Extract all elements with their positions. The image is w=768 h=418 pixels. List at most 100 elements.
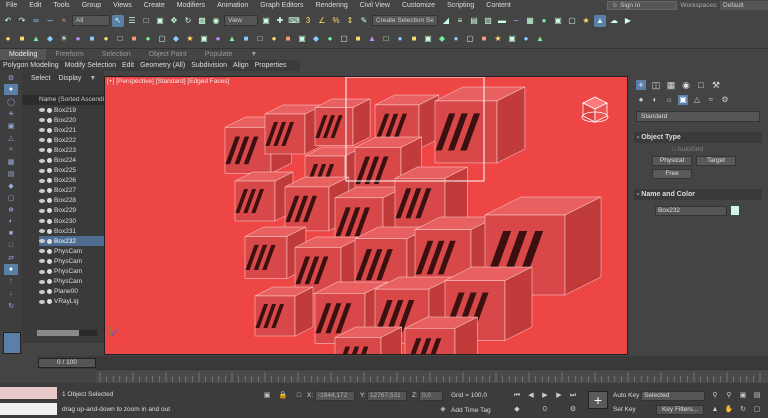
next-frame-icon[interactable]: ▶ — [554, 391, 564, 401]
set-key-big-button[interactable]: + — [588, 391, 608, 409]
tab-freeform[interactable]: Freeform — [46, 49, 92, 60]
zoom-extents-icon[interactable]: ▣ — [738, 391, 748, 401]
v-ray-tool-30-icon[interactable]: ■ — [408, 33, 420, 45]
zoom-icon[interactable]: ⚲ — [710, 391, 720, 401]
v-ray-tool-29-icon[interactable]: ● — [394, 33, 406, 45]
set-key-button[interactable]: Set Key — [613, 406, 636, 413]
display-lights-icon[interactable]: ☀ — [4, 108, 18, 119]
render-production-icon[interactable]: ★ — [580, 15, 592, 27]
v-ray-tool-7-icon[interactable]: ■ — [86, 33, 98, 45]
visibility-eye-icon[interactable] — [39, 249, 45, 254]
scene-list-item[interactable]: Box224 — [39, 155, 104, 165]
ribbon-toggle-icon[interactable]: ▬ — [496, 15, 508, 27]
panel-align[interactable]: Align — [230, 60, 252, 71]
tab-object-paint[interactable]: Object Paint — [140, 49, 196, 60]
named-selection-dropdown[interactable]: Create Selection Se — [372, 15, 438, 26]
render-iterative-icon[interactable]: ▲ — [594, 14, 606, 27]
scene-explorer-scrollbar[interactable] — [37, 330, 97, 336]
v-ray-tool-21-icon[interactable]: ■ — [282, 33, 294, 45]
window-crossing-icon[interactable]: ▣ — [154, 15, 166, 27]
scene-list-item[interactable]: Box229 — [39, 206, 104, 216]
redo-icon[interactable]: ↷ — [16, 15, 28, 27]
toggle-scene-explorer-icon[interactable]: ▤ — [468, 15, 480, 27]
display-geometry-icon[interactable]: ● — [4, 84, 18, 95]
move-icon[interactable]: ✥ — [168, 15, 180, 27]
time-slider[interactable]: 0 / 100 — [38, 358, 96, 368]
v-ray-tool-37-icon[interactable]: ▣ — [506, 33, 518, 45]
scene-list-item[interactable]: PhysCam — [39, 256, 104, 266]
visibility-eye-icon[interactable] — [39, 219, 45, 224]
percent-snap-icon[interactable]: % — [330, 15, 342, 27]
unlink-icon[interactable]: ∽ — [44, 15, 56, 27]
filter-icon[interactable]: ⚙ — [4, 72, 18, 83]
visibility-eye-icon[interactable] — [39, 168, 45, 173]
lights-category-icon[interactable]: ☼ — [664, 95, 674, 105]
free-camera-button[interactable]: Free — [652, 169, 692, 179]
zoom-extents-all-icon[interactable]: ▤ — [752, 391, 762, 401]
lock-cell-editing-icon[interactable]: ● — [4, 264, 18, 275]
panel-geometry-all[interactable]: Geometry (All) — [137, 60, 188, 71]
select-children-icon[interactable]: ↓ — [4, 288, 18, 299]
space-warps-category-icon[interactable]: ≈ — [706, 95, 716, 105]
v-ray-tool-31-icon[interactable]: ▣ — [422, 33, 434, 45]
scene-list-item[interactable]: Box220 — [39, 115, 104, 125]
layer-explorer-icon[interactable]: ▧ — [482, 15, 494, 27]
menu-file[interactable]: File — [0, 0, 23, 11]
cameras-category-icon[interactable]: ▣ — [678, 95, 688, 105]
isolate-selection-icon[interactable]: ▣ — [262, 391, 272, 401]
scene-list-item[interactable]: Box230 — [39, 216, 104, 226]
visibility-eye-icon[interactable] — [39, 188, 45, 193]
scene-list-item[interactable]: Plane00 — [39, 287, 104, 297]
visibility-eye-icon[interactable] — [39, 108, 45, 113]
display-tab-icon[interactable]: □ — [696, 80, 706, 90]
scene-list-item[interactable]: Box225 — [39, 166, 104, 176]
y-coordinate-field[interactable]: 12767,531 — [367, 391, 407, 401]
box-object[interactable] — [314, 98, 371, 146]
time-tag-icon[interactable]: ◈ — [438, 405, 448, 415]
link-icon[interactable]: ∞ — [30, 15, 42, 27]
scene-list-item[interactable]: PhysCam — [39, 277, 104, 287]
v-ray-tool-38-icon[interactable]: ● — [520, 33, 532, 45]
angle-snap-icon[interactable]: ∠ — [316, 15, 328, 27]
schematic-view-icon[interactable]: ▦ — [524, 15, 536, 27]
v-ray-tool-2-icon[interactable]: ■ — [16, 33, 28, 45]
v-ray-tool-39-icon[interactable]: ▲ — [534, 33, 546, 45]
v-ray-tool-35-icon[interactable]: ■ — [478, 33, 490, 45]
v-ray-tool-15-icon[interactable]: ▣ — [198, 33, 210, 45]
modify-tab-icon[interactable]: ◫ — [651, 80, 661, 90]
menu-customize[interactable]: Customize — [396, 0, 441, 11]
edit-named-selection-icon[interactable]: ✎ — [358, 15, 370, 27]
visibility-eye-icon[interactable] — [39, 269, 45, 274]
v-ray-tool-12-icon[interactable]: ▢ — [156, 33, 168, 45]
ribbon-options-icon[interactable]: ▼ — [241, 49, 266, 60]
camera-type-dropdown[interactable]: Standard — [636, 111, 760, 122]
scene-list-item[interactable]: Box228 — [39, 196, 104, 206]
menu-tools[interactable]: Tools — [47, 0, 75, 11]
play-icon[interactable]: ▶ — [540, 391, 550, 401]
v-ray-tool-13-icon[interactable]: ◆ — [170, 33, 182, 45]
v-ray-tool-22-icon[interactable]: ▣ — [296, 33, 308, 45]
v-ray-tool-24-icon[interactable]: ● — [324, 33, 336, 45]
viewport-scene[interactable] — [105, 77, 628, 355]
v-ray-tool-33-icon[interactable]: ● — [450, 33, 462, 45]
go-to-end-icon[interactable]: ⏭ — [568, 391, 578, 401]
v-ray-tool-27-icon[interactable]: ▲ — [366, 33, 378, 45]
scene-list-item[interactable]: Box226 — [39, 176, 104, 186]
v-ray-tool-32-icon[interactable]: ◆ — [436, 33, 448, 45]
menu-views[interactable]: Views — [107, 0, 138, 11]
key-filters-button[interactable]: Key Filters... — [656, 405, 704, 415]
layer-toggle-icon[interactable] — [3, 332, 21, 354]
key-selection-dropdown[interactable]: Selected — [641, 391, 705, 401]
time-config-icon[interactable]: ⚙ — [568, 405, 578, 415]
v-ray-tool-28-icon[interactable]: □ — [380, 33, 392, 45]
v-ray-tool-26-icon[interactable]: ■ — [352, 33, 364, 45]
v-ray-tool-10-icon[interactable]: ■ — [128, 33, 140, 45]
visibility-eye-icon[interactable] — [39, 289, 45, 294]
scene-list-item[interactable]: Box221 — [39, 125, 104, 135]
panel-edit[interactable]: Edit — [119, 60, 137, 71]
menu-edit[interactable]: Edit — [23, 0, 47, 11]
v-ray-tool-6-icon[interactable]: ● — [72, 33, 84, 45]
visibility-eye-icon[interactable] — [39, 299, 45, 304]
target-camera-button[interactable]: Target — [696, 156, 736, 166]
helpers-category-icon[interactable]: △ — [692, 95, 702, 105]
